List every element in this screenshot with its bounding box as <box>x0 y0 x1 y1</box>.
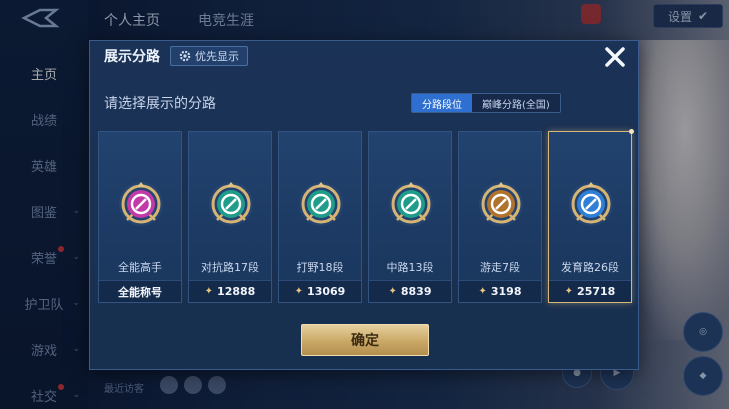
selected-corner-marker <box>629 129 634 134</box>
rank-points-icon: ✦ <box>478 286 487 297</box>
farm-lane-badge-icon <box>567 180 615 228</box>
rank-points-value: 3198 <box>490 285 522 298</box>
lane-card-name: 对抗路17段 <box>201 261 259 274</box>
lane-card-footer: 全能称号 <box>99 280 181 302</box>
title-label: 全能称号 <box>118 285 162 299</box>
dialog-title: 展示分路 <box>104 49 160 65</box>
close-button[interactable] <box>602 44 628 70</box>
rank-points-value: 13069 <box>307 285 346 298</box>
lane-card-name: 打野18段 <box>296 261 344 274</box>
lane-card-footer: ✦ 3198 <box>459 280 541 302</box>
lane-card-name: 中路13段 <box>386 261 434 274</box>
rank-points-icon: ✦ <box>564 286 574 297</box>
lane-card-footer: ✦ 8839 <box>369 280 451 302</box>
lane-type-tabs: 分路段位 巅峰分路(全国) <box>411 93 561 113</box>
lane-card[interactable]: 对抗路17段 ✦ 12888 <box>188 131 272 303</box>
lane-card-footer: ✦ 25718 <box>549 280 631 302</box>
gear-icon <box>179 50 191 62</box>
all-round-badge-icon <box>117 180 165 228</box>
rank-points-icon: ✦ <box>204 286 214 297</box>
rank-points-value: 8839 <box>400 285 432 298</box>
rank-points-icon: ✦ <box>294 286 304 297</box>
lane-card[interactable]: 全能高手 全能称号 <box>98 131 182 303</box>
dialog-subtitle: 请选择展示的分路 <box>104 96 216 112</box>
clash-lane-badge-icon <box>207 180 255 228</box>
rank-points-icon: ✦ <box>388 286 397 297</box>
display-lane-dialog: 展示分路 优先显示 请选择展示的分路 分路段位 巅峰分路(全国) 全能高手全能称… <box>89 40 639 370</box>
lane-card[interactable]: 中路13段 ✦ 8839 <box>368 131 452 303</box>
lane-card-list: 全能高手 全能称号 对抗路17段 ✦ 12888 打野18段 ✦ 13069 中路13段 ✦ 883… <box>98 129 634 303</box>
rank-points-value: 12888 <box>217 285 256 298</box>
lane-card-name: 发育路26段 <box>561 261 619 274</box>
dialog-header: 展示分路 优先显示 <box>90 41 638 71</box>
lane-card-name: 全能高手 <box>118 261 162 274</box>
tab-lane-rank[interactable]: 分路段位 <box>412 94 472 112</box>
roam-badge-icon <box>477 180 525 228</box>
lane-card-footer: ✦ 13069 <box>279 280 361 302</box>
confirm-button[interactable]: 确定 <box>301 324 429 356</box>
lane-card[interactable]: 打野18段 ✦ 13069 <box>278 131 362 303</box>
priority-display-label: 优先显示 <box>195 50 239 63</box>
close-icon <box>605 47 625 67</box>
priority-display-button[interactable]: 优先显示 <box>170 46 248 66</box>
mid-lane-badge-icon <box>387 180 435 228</box>
rank-points-value: 25718 <box>577 285 616 298</box>
lane-card[interactable]: 游走7段 ✦ 3198 <box>458 131 542 303</box>
lane-card-footer: ✦ 12888 <box>189 280 271 302</box>
lane-card-name: 游走7段 <box>480 261 520 274</box>
lane-card[interactable]: 发育路26段 ✦ 25718 <box>548 129 634 303</box>
tab-peak-lane[interactable]: 巅峰分路(全国) <box>472 94 560 112</box>
jungle-badge-icon <box>297 180 345 228</box>
